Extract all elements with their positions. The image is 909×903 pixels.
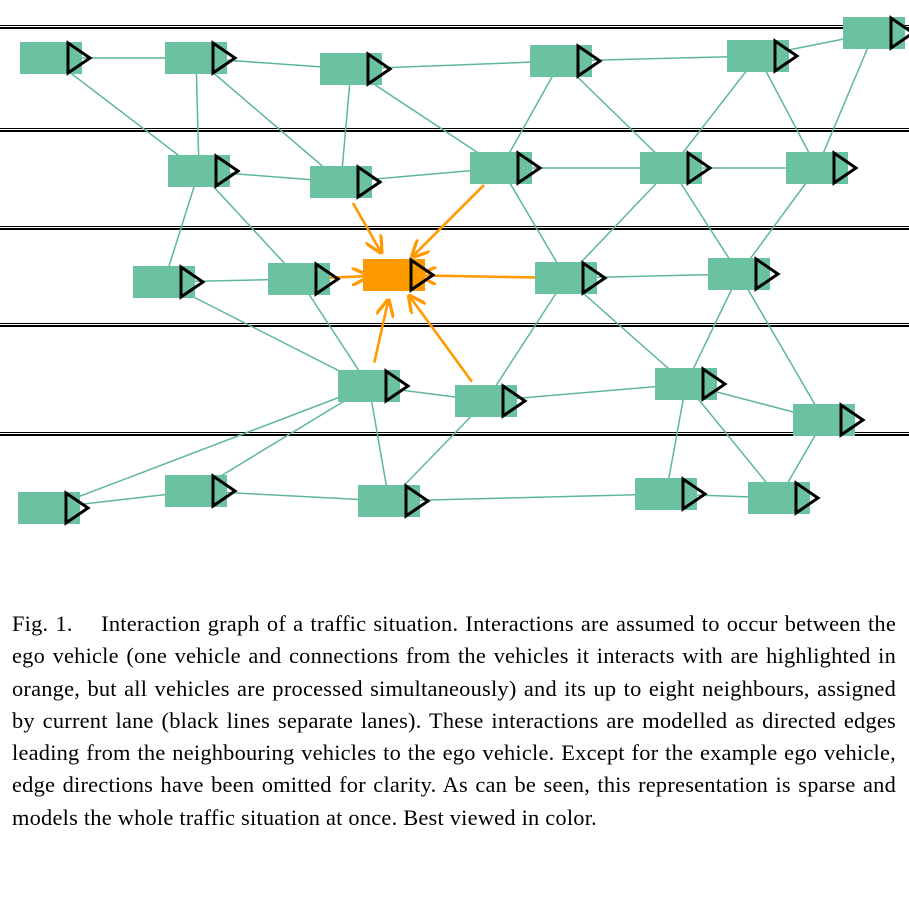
vehicle-node[interactable] [268, 261, 341, 297]
vehicle-node[interactable] [655, 366, 728, 402]
vehicle-node[interactable] [338, 368, 411, 404]
vehicle-node[interactable] [843, 15, 909, 51]
ego-edge-group [322, 184, 543, 383]
interaction-edge [298, 278, 370, 387]
vehicle-node[interactable] [310, 164, 383, 200]
interaction-edge [50, 57, 200, 172]
interaction-edge [757, 55, 818, 169]
interaction-edge [195, 57, 200, 172]
ego-interaction-edge [373, 300, 388, 363]
interaction-edge [816, 32, 875, 169]
vehicle-node[interactable] [786, 150, 859, 186]
vehicle-node[interactable] [168, 153, 241, 189]
interaction-edge [485, 277, 567, 402]
vehicle-node[interactable] [530, 43, 603, 79]
vehicle-node[interactable] [320, 51, 393, 87]
vehicle-node[interactable] [165, 473, 238, 509]
ego-vehicle-node[interactable] [363, 257, 436, 293]
figure-caption: Fig. 1. Interaction graph of a traffic s… [12, 608, 896, 834]
interaction-edge [685, 273, 740, 385]
vehicle-node[interactable] [455, 383, 528, 419]
figure-number-label: Fig. 1. [12, 611, 73, 636]
vehicle-node[interactable] [640, 150, 713, 186]
interaction-edge [738, 273, 825, 421]
interaction-edge [500, 60, 562, 169]
interaction-graph-figure [0, 0, 909, 575]
vehicle-node[interactable] [358, 483, 431, 519]
vehicle-node[interactable] [470, 150, 543, 186]
vehicle-node[interactable] [18, 490, 91, 526]
vehicle-node-group [18, 15, 909, 526]
ego-interaction-edge [409, 296, 473, 383]
traffic-graph-canvas [0, 15, 909, 526]
vehicle-node[interactable] [793, 402, 866, 438]
caption-text: Interaction graph of a traffic situation… [12, 611, 896, 830]
vehicle-node[interactable] [535, 260, 608, 296]
interaction-edge [340, 68, 352, 183]
vehicle-node[interactable] [133, 264, 206, 300]
lane-line-group [0, 25, 909, 436]
vehicle-node[interactable] [635, 476, 708, 512]
vehicle-node[interactable] [748, 480, 821, 516]
vehicle-node[interactable] [165, 40, 238, 76]
interaction-edge [670, 55, 759, 169]
figure-page: Fig. 1. Interaction graph of a traffic s… [0, 0, 909, 903]
interaction-edge [368, 385, 390, 502]
interaction-edge [388, 493, 667, 502]
interaction-edge [500, 167, 567, 279]
interaction-edge [198, 170, 300, 280]
vehicle-node[interactable] [20, 40, 93, 76]
vehicle-node[interactable] [708, 256, 781, 292]
vehicle-node[interactable] [727, 38, 800, 74]
ego-interaction-edge [420, 275, 543, 277]
interaction-edge [685, 383, 780, 499]
ego-interaction-edge [412, 184, 485, 257]
